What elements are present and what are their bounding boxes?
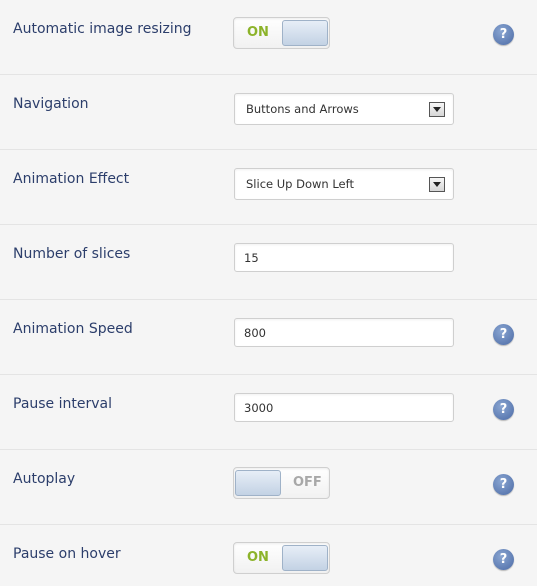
help-icon[interactable]: ?	[493, 24, 514, 45]
help-icon[interactable]: ?	[493, 399, 514, 420]
setting-row-navigation: Navigation Buttons and Arrows	[0, 75, 537, 150]
setting-label: Automatic image resizing	[13, 21, 192, 37]
toggle-knob[interactable]	[282, 545, 328, 571]
setting-label: Number of slices	[13, 246, 131, 262]
toggle-state-label: ON	[247, 25, 269, 40]
setting-row-autoplay: Autoplay OFF ?	[0, 450, 537, 525]
toggle-knob[interactable]	[235, 470, 281, 496]
navigation-select[interactable]: Buttons and Arrows	[234, 93, 454, 125]
toggle-state-label: OFF	[293, 475, 322, 490]
setting-label: Autoplay	[13, 471, 76, 487]
setting-row-auto-resize: Automatic image resizing ON ?	[0, 0, 537, 75]
setting-row-pause-interval: Pause interval 3000 ?	[0, 375, 537, 450]
chevron-down-icon[interactable]	[429, 177, 445, 192]
help-icon[interactable]: ?	[493, 474, 514, 495]
settings-panel: Automatic image resizing ON ? Navigation…	[0, 0, 537, 586]
toggle-knob[interactable]	[282, 20, 328, 46]
number-of-slices-input[interactable]: 15	[234, 243, 454, 272]
setting-row-animation-speed: Animation Speed 800 ?	[0, 300, 537, 375]
animation-effect-select[interactable]: Slice Up Down Left	[234, 168, 454, 200]
setting-label: Navigation	[13, 96, 89, 112]
help-icon[interactable]: ?	[493, 549, 514, 570]
toggle-state-label: ON	[247, 550, 269, 565]
pause-interval-input[interactable]: 3000	[234, 393, 454, 422]
help-icon[interactable]: ?	[493, 324, 514, 345]
setting-label: Pause on hover	[13, 546, 121, 562]
setting-row-number-of-slices: Number of slices 15	[0, 225, 537, 300]
setting-label: Animation Effect	[13, 171, 130, 187]
animation-speed-input[interactable]: 800	[234, 318, 454, 347]
setting-row-animation-effect: Animation Effect Slice Up Down Left	[0, 150, 537, 225]
select-value: Slice Up Down Left	[246, 177, 354, 191]
setting-label: Animation Speed	[13, 321, 133, 337]
setting-row-pause-on-hover: Pause on hover ON ?	[0, 525, 537, 586]
chevron-down-icon[interactable]	[429, 102, 445, 117]
setting-label: Pause interval	[13, 396, 112, 412]
select-value: Buttons and Arrows	[246, 102, 359, 116]
pause-on-hover-toggle[interactable]: ON	[233, 542, 330, 574]
auto-resize-toggle[interactable]: ON	[233, 17, 330, 49]
autoplay-toggle[interactable]: OFF	[233, 467, 330, 499]
